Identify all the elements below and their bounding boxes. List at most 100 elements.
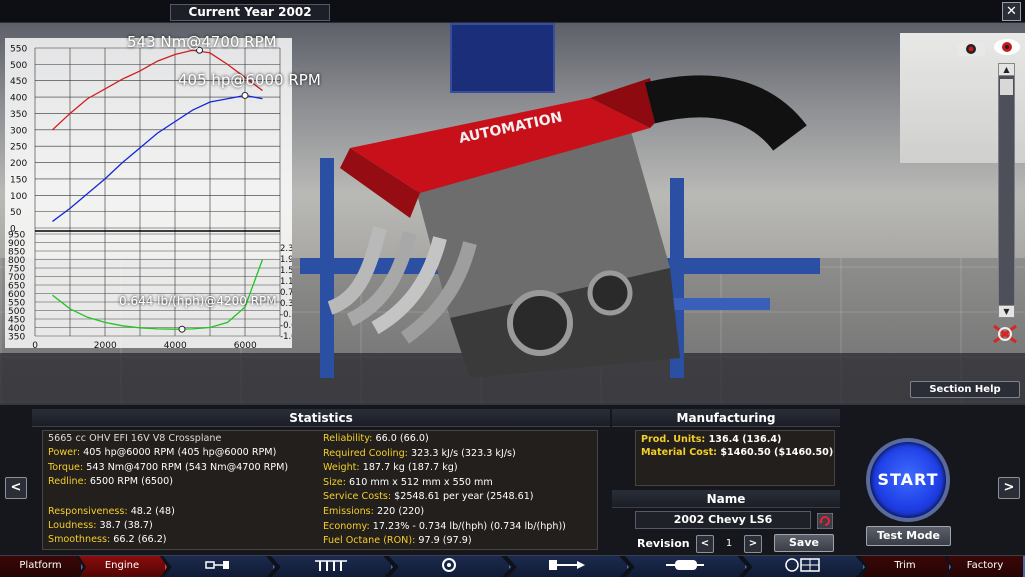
manufacturing-header: Manufacturing: [612, 409, 840, 427]
stat-value: $2548.61 per year: [394, 491, 484, 503]
stat-key: Service Costs:: [323, 491, 395, 503]
stat-row-right: Service Costs: $2548.61 per year (2548.6…: [323, 491, 534, 503]
tab-engine[interactable]: Engine: [79, 556, 167, 577]
bottom-panel: < Statistics 5665 cc OHV EFI 16V V8 Cros…: [0, 403, 1025, 555]
camera-icon[interactable]: [955, 37, 987, 57]
start-button[interactable]: START: [866, 438, 950, 522]
stat-row: Power: 405 hp@6000 RPM (405 hp@6000 RPM): [48, 447, 276, 459]
manufacturing-box: Prod. Units: 136.4 (136.4) Material Cost:…: [635, 430, 835, 486]
tab-gearbox[interactable]: [163, 556, 275, 577]
section-help-button[interactable]: Section Help: [910, 381, 1020, 398]
zoom-scrollbar[interactable]: [998, 63, 1015, 318]
stat-key: Reliability:: [323, 433, 376, 444]
stat-row-right: Fuel Octane (RON): 97.9 (97.9): [323, 535, 472, 547]
stat-value: 187.7 kg: [362, 462, 405, 474]
stat-value: 610 mm x 512 mm x 550 mm: [348, 476, 493, 488]
stat-key: Size:: [323, 476, 349, 488]
stat-paren: (2548.61): [483, 491, 534, 503]
exhaust-icon: [666, 560, 704, 570]
stat-value: 66.0: [375, 433, 397, 444]
revision-label: Revision: [637, 537, 690, 550]
revision-prev-button[interactable]: <: [696, 535, 714, 553]
x-tick-label: 0: [32, 341, 38, 348]
tab-trim[interactable]: Trim: [861, 556, 951, 577]
nav-bar: Platform Engine Trim Factory: [0, 555, 1025, 577]
stat-paren: (405 hp@6000 RPM): [174, 447, 277, 458]
tab-factory[interactable]: Factory: [947, 556, 1025, 577]
tab-suspension[interactable]: [271, 556, 393, 577]
revision-value: 1: [725, 538, 733, 549]
torque-peak-label: 543 Nm@4700 RPM: [127, 33, 277, 51]
current-year-label: Current Year 2002: [170, 4, 330, 21]
y-tick-label-bottom: 350: [8, 333, 25, 343]
stat-key: Power:: [48, 447, 84, 458]
stat-value: 97.9: [418, 535, 440, 547]
x-tick-label: 4000: [164, 341, 187, 348]
y-tick-label-right: -0.6: [280, 321, 292, 331]
stat-row-right: Reliability: 66.0 (66.0): [323, 433, 429, 445]
y-tick-label-top: 450: [10, 77, 27, 87]
mfg-key: Material Cost:: [641, 447, 721, 458]
stat-row: Redline: 6500 RPM (6500): [48, 476, 173, 488]
stat-value: 6500 RPM: [89, 476, 139, 487]
tab-platform[interactable]: Platform: [0, 556, 83, 577]
reset-view-icon[interactable]: [990, 323, 1020, 345]
tab-turbo[interactable]: [389, 556, 511, 577]
stat-row-right: Required Cooling: 323.3 kJ/s (323.3 kJ/s…: [323, 448, 516, 460]
tab-test[interactable]: [743, 556, 865, 577]
y-tick-label-right: 0.7: [280, 288, 292, 298]
y-tick-label-right: 1.1: [280, 277, 292, 287]
y-tick-label-top: 50: [10, 208, 22, 218]
revision-next-button[interactable]: >: [744, 535, 762, 553]
close-button[interactable]: ✕: [1002, 2, 1021, 21]
stat-row-right: Economy: 17.23% - 0.734 lb/(hph) (0.734 …: [323, 521, 566, 533]
y-tick-label-top: 550: [10, 45, 27, 55]
power-peak-marker: [241, 91, 249, 99]
x-tick-label: 2000: [94, 341, 117, 348]
mfg-key: Prod. Units:: [641, 434, 709, 445]
scroll-down-button[interactable]: ▼: [998, 305, 1015, 318]
stat-key: Fuel Octane (RON):: [323, 535, 419, 547]
next-section-button[interactable]: >: [998, 477, 1020, 499]
stat-paren: (323.3 kJ/s): [458, 447, 516, 459]
mfg-value: 136.4: [708, 434, 739, 445]
stat-paren: (220): [395, 506, 425, 517]
stat-paren: (97.9): [439, 535, 472, 547]
stat-row-right: Size: 610 mm x 512 mm x 550 mm: [323, 477, 493, 489]
stat-value: 323.3 kJ/s: [410, 447, 459, 459]
y-tick-label-right: -1.0: [280, 332, 292, 342]
stat-row: Loudness: 38.7 (38.7): [48, 520, 153, 532]
eye-icon[interactable]: [993, 37, 1021, 57]
engine-name-field[interactable]: 2002 Chevy LS6: [635, 511, 811, 529]
stat-value: 543 Nm@4700 RPM: [86, 462, 182, 473]
stat-key: Responsiveness:: [48, 506, 131, 517]
stat-paren: (66.0): [396, 433, 429, 444]
test-mode-button[interactable]: Test Mode: [866, 526, 951, 546]
bsfc-min-marker: [178, 325, 186, 333]
stat-key: Loudness:: [48, 520, 100, 531]
stat-paren: (543 Nm@4700 RPM): [181, 462, 289, 473]
stat-row-right: Emissions: 220 (220): [323, 506, 424, 518]
stat-value: 405 hp@6000 RPM: [83, 447, 175, 458]
scroll-thumb[interactable]: [1000, 79, 1013, 95]
stat-value: 17.23% - 0.734 lb/(hph): [372, 520, 488, 532]
tab-exhaust[interactable]: [625, 556, 747, 577]
refresh-name-icon[interactable]: [817, 513, 833, 529]
mfg-paren: (136.4): [738, 434, 782, 445]
engine-viewport[interactable]: AUTOMATION ▲ ▼ 550 500 450 400 350 300 250 200 1…: [0, 23, 1025, 403]
y-tick-label-right: 1.5: [280, 266, 292, 276]
tab-fuel-system[interactable]: [507, 556, 629, 577]
stat-key: Redline:: [48, 476, 90, 487]
stat-paren: (38.7): [120, 520, 153, 531]
save-button[interactable]: Save: [774, 534, 834, 552]
power-peak-label: 405 hp@6000 RPM: [178, 71, 321, 89]
stat-key: Weight:: [323, 462, 363, 474]
fuel-system-icon: [549, 560, 585, 570]
mfg-paren: ($1460.50): [770, 447, 834, 458]
stat-value: 38.7: [99, 520, 121, 531]
engine-model[interactable]: AUTOMATION: [290, 58, 850, 378]
prev-section-button[interactable]: <: [5, 477, 27, 499]
engine-graph: 550 500 450 400 350 300 250 200 150 100 50 0 950 900 8…: [0, 33, 321, 352]
scroll-up-button[interactable]: ▲: [998, 63, 1015, 76]
y-tick-label-right: 1.9: [280, 255, 292, 265]
